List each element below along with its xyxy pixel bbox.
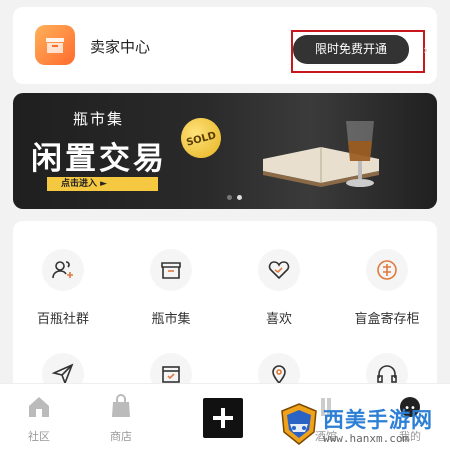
tab-label: 社区 <box>28 430 50 443</box>
grid-label: 盲盒寄存柜 <box>354 312 420 327</box>
promo-banner[interactable]: 瓶市集 闲置交易 点击进入 ► SOLD <box>13 93 437 209</box>
banner-cta-button[interactable]: 点击进入 ► <box>47 177 158 191</box>
banner-subtitle: 瓶市集 <box>73 110 125 128</box>
tab-label: 商店 <box>110 430 132 443</box>
seller-center-card[interactable]: 卖家中心 限时免费开通 › <box>13 7 437 84</box>
grid-label: 百瓶社群 <box>36 312 89 327</box>
post-plus-button[interactable] <box>203 398 243 438</box>
grid-item-bottle-market[interactable]: 瓶市集 <box>126 249 216 327</box>
grid-item-blind-box-storage[interactable]: 盲盒寄存柜 <box>342 249 432 327</box>
badge-text: SOLD <box>185 130 217 148</box>
sold-badge-icon: SOLD <box>176 113 226 163</box>
highlight-box <box>291 30 425 73</box>
seller-center-title: 卖家中心 <box>90 38 151 56</box>
grid-label: 瓶市集 <box>151 312 191 327</box>
chevron-right-icon: › <box>423 43 428 57</box>
community-icon <box>42 249 84 291</box>
site-watermark: 西美手游网 www.hanxm.com <box>278 400 450 448</box>
shop-box-icon <box>150 249 192 291</box>
grid-label: 喜欢 <box>265 312 292 327</box>
carousel-dot-active[interactable] <box>237 195 242 200</box>
banner-title: 闲置交易 <box>31 141 167 177</box>
storage-icon <box>366 249 408 291</box>
heart-icon <box>258 249 300 291</box>
home-icon <box>29 397 49 417</box>
carousel-dot[interactable] <box>227 195 232 200</box>
watermark-title: 西美手游网 <box>323 408 433 432</box>
tab-store[interactable]: 商店 <box>91 394 151 444</box>
bag-icon <box>112 394 130 417</box>
tab-community[interactable]: 社区 <box>9 394 69 444</box>
whisky-glass-image <box>346 121 374 187</box>
carousel-dots[interactable] <box>227 185 247 204</box>
grid-item-likes[interactable]: 喜欢 <box>234 249 324 327</box>
grid-item-community[interactable]: 百瓶社群 <box>18 249 108 327</box>
seller-store-icon <box>35 25 75 65</box>
watermark-url: www.hanxm.com <box>323 432 410 445</box>
watermark-shield-logo <box>281 403 317 445</box>
